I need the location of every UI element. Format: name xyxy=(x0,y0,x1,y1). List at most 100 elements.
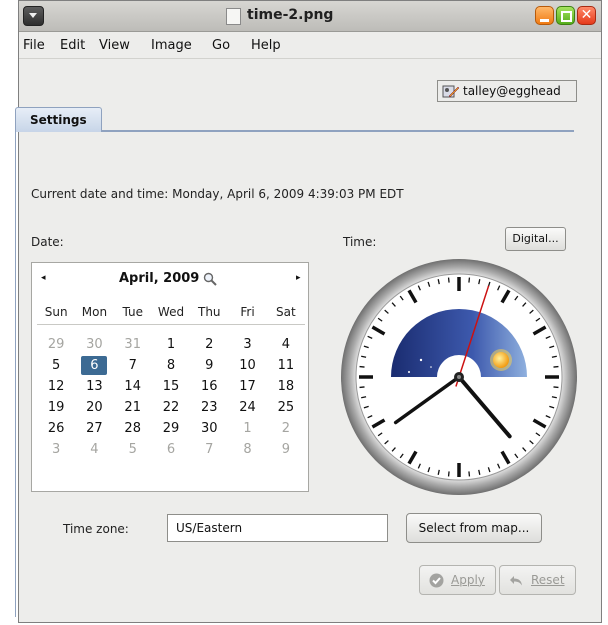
day-number: 4 xyxy=(90,442,99,457)
undo-icon xyxy=(510,576,522,586)
title-bar[interactable]: time-2.png ✕ xyxy=(19,1,601,32)
next-month-button[interactable]: ▸ xyxy=(296,273,301,283)
calendar-day[interactable]: 13 xyxy=(75,377,113,398)
calendar-day[interactable]: 10 xyxy=(228,356,266,377)
day-number: 25 xyxy=(277,400,295,415)
menu-view[interactable]: View xyxy=(99,38,130,53)
minute-tick xyxy=(447,471,450,477)
calendar-day[interactable]: 16 xyxy=(190,377,228,398)
minute-tick xyxy=(468,471,471,477)
menu-file[interactable]: File xyxy=(23,38,45,53)
current-datetime: Current date and time: Monday, April 6, … xyxy=(31,187,404,201)
calendar-day[interactable]: 11 xyxy=(267,356,305,377)
calendar-day[interactable]: 24 xyxy=(228,398,266,419)
digital-button[interactable]: Digital... xyxy=(505,227,566,251)
select-from-map-button[interactable]: Select from map... xyxy=(406,513,542,543)
timezone-input[interactable] xyxy=(167,514,388,542)
day-number: 13 xyxy=(86,379,103,394)
window-menu-button[interactable] xyxy=(23,6,44,26)
calendar-day[interactable]: 26 xyxy=(37,419,75,440)
day-number: 6 xyxy=(166,442,176,457)
calendar-day[interactable]: 1 xyxy=(228,419,266,440)
calendar-day[interactable]: 17 xyxy=(228,377,266,398)
calendar-day[interactable]: 22 xyxy=(152,398,190,419)
menu-go[interactable]: Go xyxy=(212,38,230,53)
zoom-icon[interactable] xyxy=(203,272,217,286)
calendar-day[interactable]: 20 xyxy=(75,398,113,419)
day-number: 5 xyxy=(128,442,137,457)
prev-month-button[interactable]: ◂ xyxy=(41,273,46,283)
calendar-day[interactable]: 23 xyxy=(190,398,228,419)
day-number: 20 xyxy=(86,400,103,415)
calendar-day[interactable]: 14 xyxy=(114,377,152,398)
minute-tick xyxy=(447,277,450,283)
weekday-label: Wed xyxy=(157,305,185,319)
calendar-day[interactable]: 4 xyxy=(75,440,113,461)
selected-day[interactable]: 6 xyxy=(75,356,113,377)
day-number: 16 xyxy=(201,379,218,394)
calendar-day[interactable]: 5 xyxy=(37,356,75,377)
tab-settings[interactable]: Settings xyxy=(15,107,102,132)
weekday-label: Mon xyxy=(81,305,108,319)
calendar-day[interactable]: 5 xyxy=(114,440,152,461)
day-number: 22 xyxy=(162,400,180,415)
weekday-label: Sat xyxy=(276,305,296,319)
day-number: 21 xyxy=(124,400,141,415)
day-number: 26 xyxy=(47,421,65,436)
checkmark-icon xyxy=(429,573,444,588)
minute-tick xyxy=(553,365,559,368)
calendar-day[interactable]: 28 xyxy=(114,419,152,440)
menu-help[interactable]: Help xyxy=(251,38,281,53)
day-number: 4 xyxy=(281,337,290,352)
calendar-day[interactable]: 9 xyxy=(190,356,228,377)
calendar-day[interactable]: 18 xyxy=(267,377,305,398)
close-button[interactable]: ✕ xyxy=(577,6,596,25)
minute-tick xyxy=(553,386,559,389)
day-number: 24 xyxy=(239,400,256,415)
calendar-day[interactable]: 12 xyxy=(37,377,75,398)
sun-icon xyxy=(490,349,512,371)
reset-button[interactable]: Reset xyxy=(499,565,576,595)
weekday-label: Tue xyxy=(122,305,143,319)
calendar-day[interactable]: 9 xyxy=(267,440,305,461)
day-number: 18 xyxy=(277,379,295,394)
calendar-day[interactable]: 15 xyxy=(152,377,190,398)
day-number: 30 xyxy=(86,337,103,352)
menu-edit[interactable]: Edit xyxy=(60,38,85,53)
menu-image[interactable]: Image xyxy=(151,38,192,53)
calendar-day[interactable]: 4 xyxy=(267,335,305,356)
calendar-day[interactable]: 1 xyxy=(152,335,190,356)
apply-button[interactable]: Apply xyxy=(419,565,496,595)
calendar-day[interactable]: 2 xyxy=(267,419,305,440)
calendar-day[interactable]: 19 xyxy=(37,398,75,419)
calendar-day[interactable]: 25 xyxy=(267,398,305,419)
calendar-day[interactable]: 30 xyxy=(75,335,113,356)
day-number: 6 xyxy=(81,356,108,375)
day-number: 19 xyxy=(47,400,65,415)
calendar-day[interactable]: 2 xyxy=(190,335,228,356)
calendar-day[interactable]: 31 xyxy=(114,335,152,356)
calendar-day[interactable]: 7 xyxy=(114,356,152,377)
day-number: 27 xyxy=(86,421,103,436)
calendar-day[interactable]: 6 xyxy=(152,440,190,461)
calendar-day[interactable]: 8 xyxy=(152,356,190,377)
day-number: 1 xyxy=(243,421,252,436)
calendar-day[interactable]: 30 xyxy=(190,419,228,440)
day-number: 1 xyxy=(166,337,176,352)
calendar-days: 29 30 31 1 2 3 4 5 6 7 8 9 10 11 12 13 14 15 16 17 18 19 20 21 2… xyxy=(37,335,305,461)
calendar-day[interactable]: 29 xyxy=(152,419,190,440)
calendar-day[interactable]: 27 xyxy=(75,419,113,440)
day-number: 9 xyxy=(205,358,214,373)
calendar-day[interactable]: 29 xyxy=(37,335,75,356)
minimize-button[interactable] xyxy=(535,6,554,25)
calendar-day[interactable]: 3 xyxy=(37,440,75,461)
calendar-day[interactable]: 8 xyxy=(228,440,266,461)
calendar-day[interactable]: 21 xyxy=(114,398,152,419)
day-number: 5 xyxy=(52,358,61,373)
minute-tick xyxy=(359,365,365,368)
calendar-day[interactable]: 3 xyxy=(228,335,266,356)
reset-label: Reset xyxy=(531,573,565,587)
user-account-button[interactable]: talley@egghead xyxy=(437,80,577,102)
calendar-day[interactable]: 7 xyxy=(190,440,228,461)
maximize-button[interactable] xyxy=(556,6,575,25)
